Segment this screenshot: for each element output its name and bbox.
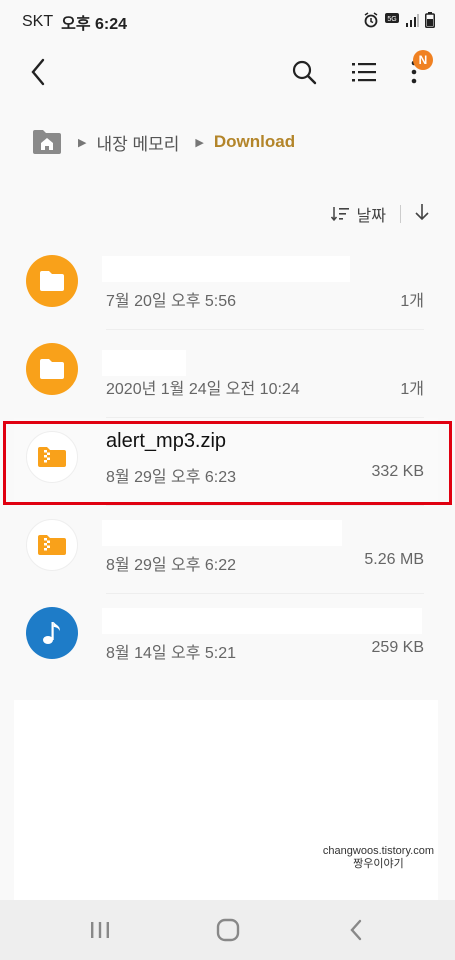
search-button[interactable] (282, 50, 326, 94)
toolbar (0, 44, 455, 100)
alarm-icon (364, 12, 378, 28)
search-icon (292, 60, 317, 85)
file-row[interactable]: 2020년 1월 24일 오전 10:24 1개 (14, 330, 438, 418)
file-date: 7월 20일 오후 5:56 (106, 293, 237, 310)
notification-badge: N (413, 50, 433, 70)
battery-icon (425, 12, 435, 28)
file-row[interactable]: 8월 29일 오후 6:22 5.26 MB (14, 506, 438, 594)
recents-button[interactable] (70, 910, 130, 950)
home-folder-icon[interactable] (32, 128, 62, 156)
file-row[interactable]: 7월 20일 오후 5:56 1개 (14, 242, 438, 330)
back-button[interactable] (16, 50, 60, 94)
signal-icon (406, 14, 419, 27)
file-size: 259 KB (371, 639, 424, 656)
file-name (102, 256, 350, 282)
sort-label: 날짜 (356, 208, 386, 225)
file-row[interactable]: 8월 14일 오후 5:21 259 KB (14, 594, 438, 682)
breadcrumb-storage[interactable]: 내장 메모리 (96, 130, 179, 155)
file-name (102, 608, 422, 634)
breadcrumb-separator-icon: ▶ (78, 136, 87, 149)
watermark-url: changwoos.tistory.com (322, 845, 434, 857)
folder-icon (26, 255, 78, 307)
svg-text:5G: 5G (387, 16, 396, 23)
file-list: 7월 20일 오후 5:56 1개 2020년 1월 24일 오전 10:24 … (14, 242, 438, 682)
breadcrumb: ▶ 내장 메모리 ▶ Download (32, 126, 295, 158)
sort-order-button[interactable] (415, 203, 429, 226)
status-icons: 5G (363, 12, 435, 28)
file-size: 1개 (400, 293, 424, 310)
home-button[interactable] (198, 910, 258, 950)
file-date: 8월 29일 오후 6:23 (106, 469, 237, 486)
back-arrow-icon (31, 58, 45, 86)
home-nav-icon (216, 918, 240, 942)
file-name (102, 520, 342, 546)
music-note-icon (26, 607, 78, 659)
sort-icon (330, 207, 349, 222)
file-date: 8월 29일 오후 6:22 (106, 557, 237, 574)
sort-divider (400, 205, 401, 223)
navigation-bar (0, 900, 455, 960)
file-date: 8월 14일 오후 5:21 (106, 645, 237, 662)
file-name (102, 350, 186, 376)
file-size: 332 KB (371, 463, 424, 480)
file-row-selected[interactable]: alert_mp3.zip 8월 29일 오후 6:23 332 KB (14, 418, 438, 506)
recents-icon (91, 922, 109, 938)
status-bar: SKT 오후 6:24 5G (0, 0, 455, 44)
breadcrumb-separator-icon: ▶ (195, 136, 204, 149)
clock: 오후 6:24 (61, 16, 128, 33)
file-name: alert_mp3.zip (106, 430, 227, 452)
folder-icon (26, 343, 78, 395)
nav-back-icon (350, 919, 362, 941)
file-date: 2020년 1월 24일 오전 10:24 (106, 381, 300, 398)
zip-file-icon (26, 519, 78, 571)
list-view-icon (352, 63, 376, 82)
sort-button[interactable]: 날짜 (330, 202, 386, 226)
arrow-down-icon (415, 203, 429, 220)
file-size: 1개 (400, 381, 424, 398)
zip-file-icon (26, 431, 78, 483)
watermark-title: 짱우이야기 (353, 858, 404, 870)
breadcrumb-current: Download (213, 132, 296, 151)
5g-icon: 5G (385, 13, 399, 23)
sort-bar: 날짜 (330, 200, 429, 228)
list-view-button[interactable] (342, 50, 386, 94)
carrier-label: SKT (22, 13, 54, 30)
watermark: changwoos.tistory.com 짱우이야기 (323, 845, 434, 871)
nav-back-button[interactable] (326, 910, 386, 950)
file-size: 5.26 MB (364, 551, 424, 568)
